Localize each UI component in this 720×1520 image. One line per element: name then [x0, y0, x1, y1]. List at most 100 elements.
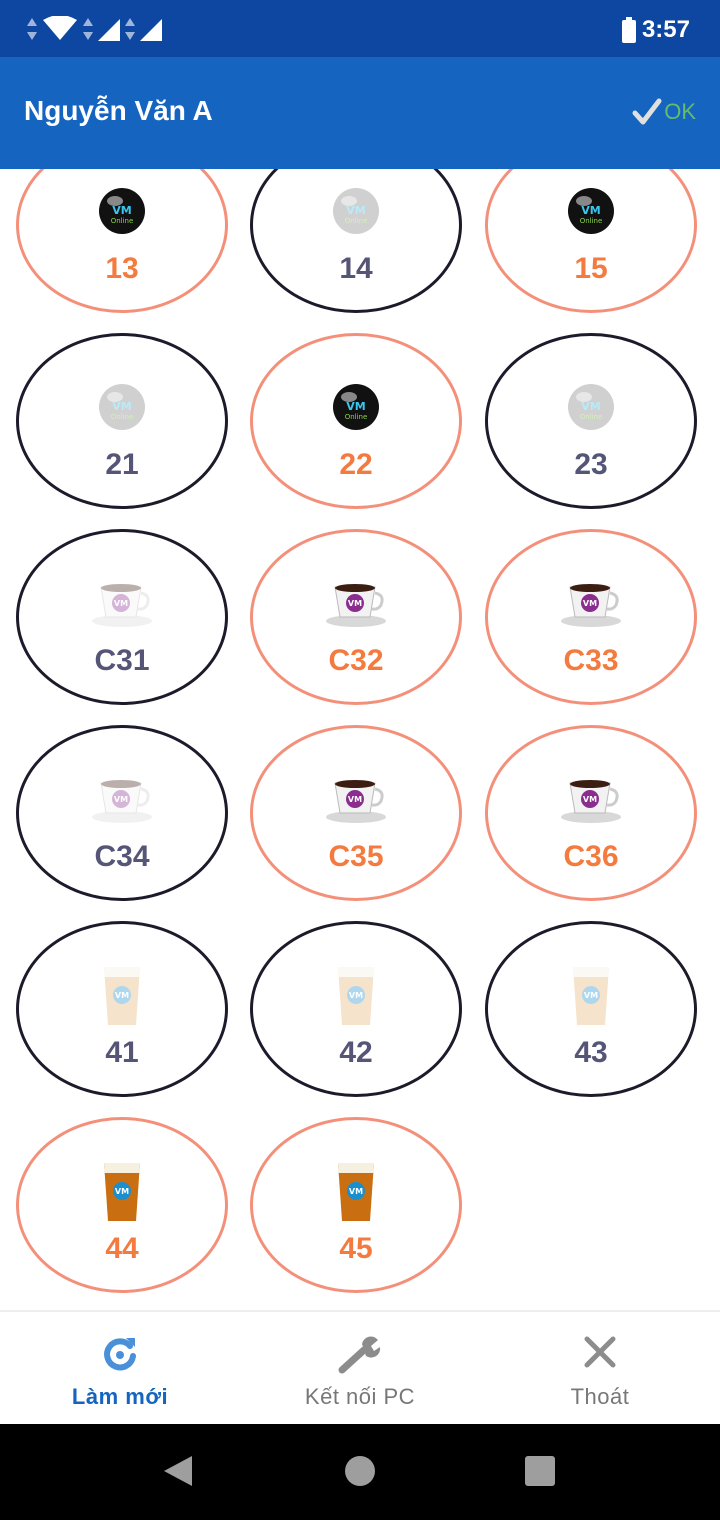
refresh-button[interactable]: Làm mới [0, 1312, 240, 1426]
table-tile[interactable]: VM C34 [16, 725, 228, 901]
svg-text:Online: Online [580, 217, 603, 225]
beer-icon: VM [321, 1156, 391, 1226]
beer-icon: VM [321, 960, 391, 1030]
page-title: Nguyễn Văn A [24, 95, 213, 126]
table-tile[interactable]: VM C35 [250, 725, 462, 901]
refresh-label: Làm mới [71, 1384, 169, 1409]
wifi-icon [43, 16, 77, 40]
svg-text:VM: VM [114, 599, 128, 608]
exit-label: Thoát [570, 1384, 630, 1409]
table-label: 22 [339, 448, 373, 481]
svg-text:VM: VM [584, 991, 598, 1000]
table-tile[interactable]: VM Online 15 [485, 169, 697, 313]
svg-text:VM: VM [348, 599, 362, 608]
billiard-icon: VM Online [556, 176, 626, 246]
svg-text:Online: Online [111, 217, 134, 225]
recents-icon[interactable] [524, 1454, 556, 1488]
svg-text:VM: VM [349, 991, 363, 1000]
table-label: C31 [94, 644, 150, 677]
svg-text:VM: VM [349, 1187, 363, 1196]
table-tile[interactable]: VM Online 21 [16, 333, 228, 509]
table-label: C32 [328, 644, 384, 677]
billiard-icon: VM Online [321, 176, 391, 246]
table-label: C34 [94, 840, 150, 873]
table-tile[interactable]: VM C36 [485, 725, 697, 901]
beer-icon: VM [87, 960, 157, 1030]
svg-text:VM: VM [348, 795, 362, 804]
table-label: 15 [574, 252, 608, 285]
table-label: 45 [339, 1232, 373, 1265]
data-arrows-icon [83, 18, 93, 40]
billiard-icon: VM Online [556, 372, 626, 442]
home-icon[interactable] [344, 1454, 376, 1488]
svg-text:VM: VM [112, 204, 131, 217]
connect-pc-label: Kết nối PC [304, 1384, 416, 1409]
table-tile[interactable]: VM 44 [16, 1117, 228, 1293]
coffee-icon: VM [87, 764, 157, 834]
back-icon[interactable] [162, 1454, 194, 1488]
ok-button[interactable]: OK [632, 97, 696, 127]
coffee-icon: VM [321, 764, 391, 834]
table-label: C35 [328, 840, 384, 873]
bottom-nav: Làm mới Kết nối PC Thoát [0, 1310, 720, 1426]
svg-text:VM: VM [346, 204, 365, 217]
billiard-icon: VM Online [87, 176, 157, 246]
table-tile[interactable]: VM Online 23 [485, 333, 697, 509]
battery-icon [621, 17, 636, 43]
signal-icon [98, 19, 120, 41]
svg-text:VM: VM [114, 795, 128, 804]
data-arrows-icon [27, 18, 37, 40]
refresh-icon [104, 1338, 136, 1371]
coffee-icon: VM [87, 568, 157, 638]
data-arrows-icon [125, 18, 135, 40]
status-time: 3:57 [641, 16, 690, 43]
svg-text:VM: VM [583, 599, 597, 608]
table-tile[interactable]: VM Online 22 [250, 333, 462, 509]
svg-text:VM: VM [112, 400, 131, 413]
table-tile[interactable]: VM C33 [485, 529, 697, 705]
table-label: C33 [563, 644, 619, 677]
beer-icon: VM [87, 1156, 157, 1226]
wrench-icon [338, 1336, 381, 1374]
coffee-icon: VM [556, 764, 626, 834]
status-bar: 3:57 [0, 0, 720, 57]
table-tile[interactable]: VM 43 [485, 921, 697, 1097]
table-tile[interactable]: VM 45 [250, 1117, 462, 1293]
svg-text:Online: Online [345, 413, 368, 421]
table-tile[interactable]: VM 42 [250, 921, 462, 1097]
table-label: 23 [574, 448, 608, 481]
svg-text:VM: VM [583, 795, 597, 804]
checkmark-icon [632, 98, 662, 125]
svg-text:VM: VM [346, 400, 365, 413]
table-label: 21 [105, 448, 139, 481]
signal-icon [140, 19, 162, 41]
status-icons [26, 14, 162, 44]
close-icon [584, 1336, 616, 1368]
table-tile[interactable]: VM 41 [16, 921, 228, 1097]
beer-icon: VM [556, 960, 626, 1030]
exit-button[interactable]: Thoát [480, 1312, 720, 1426]
table-tile[interactable]: VM Online 14 [250, 169, 462, 313]
billiard-icon: VM Online [321, 372, 391, 442]
table-tile[interactable]: VM C31 [16, 529, 228, 705]
table-label: 14 [339, 252, 373, 285]
app-bar: Nguyễn Văn A OK [0, 57, 720, 169]
table-grid: VM Online 13 VM Online 14 VM Online 15 VM Online 21… [0, 169, 720, 1310]
system-nav-bar [0, 1424, 720, 1520]
table-label: 43 [574, 1036, 608, 1069]
svg-text:VM: VM [115, 1187, 129, 1196]
table-label: 41 [105, 1036, 139, 1069]
svg-text:Online: Online [580, 413, 603, 421]
status-right: 3:57 [621, 16, 690, 44]
coffee-icon: VM [556, 568, 626, 638]
table-label: 42 [339, 1036, 373, 1069]
billiard-icon: VM Online [87, 372, 157, 442]
table-label: C36 [563, 840, 619, 873]
svg-text:VM: VM [581, 204, 600, 217]
table-tile[interactable]: VM Online 13 [16, 169, 228, 313]
connect-pc-button[interactable]: Kết nối PC [240, 1312, 480, 1426]
svg-text:VM: VM [581, 400, 600, 413]
coffee-icon: VM [321, 568, 391, 638]
table-label: 44 [105, 1232, 139, 1265]
table-tile[interactable]: VM C32 [250, 529, 462, 705]
